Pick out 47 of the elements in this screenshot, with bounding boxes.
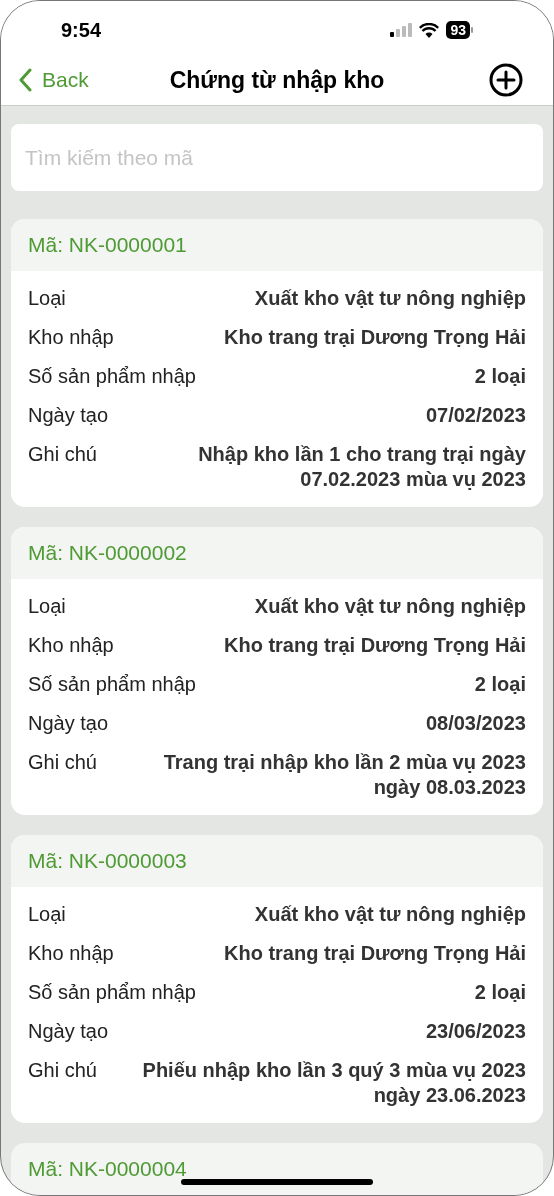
field-value: 2 loại [474,980,526,1005]
field-label: Kho nhập [28,325,114,350]
field-label: Ngày tạo [28,1019,109,1044]
field-value: 07/02/2023 [425,403,526,428]
field-label: Ghi chú [28,1058,97,1083]
field-value: 2 loại [474,672,526,697]
record-code: Mã: NK-0000003 [28,849,187,873]
field-label: Số sản phẩm nhập [28,364,196,389]
record-code: Mã: NK-0000002 [28,541,187,565]
add-button[interactable] [489,63,523,98]
field-label: Số sản phẩm nhập [28,980,196,1005]
field-label: Loại [28,594,66,619]
plus-circle-icon [489,63,523,98]
field-label: Kho nhập [28,941,114,966]
record-card[interactable]: Mã: NK-0000003 Loại Xuất kho vật tư nông nghiệp Kho nhập Kho trang trại Dương Trọng Hải Số sản phẩm nhập 2 loại Ngày tạo 23/06/2023 Ghi chú Phiếu nhập kho lần 3 quý 3 mùa vụ 2023 ngày 23.06.2023 [11,835,543,1123]
field-value: Kho trang trại Dương Trọng Hải [223,325,526,350]
field-label: Ngày tạo [28,403,109,428]
field-value: Xuất kho vật tư nông nghiệp [254,902,526,927]
field-value: 08/03/2023 [425,711,526,736]
signal-icon [390,23,413,38]
back-button[interactable]: Back [19,68,89,93]
field-label: Ghi chú [28,442,97,467]
field-value: Xuất kho vật tư nông nghiệp [254,286,526,311]
record-code: Mã: NK-0000004 [28,1157,187,1181]
screen-title: Chứng từ nhập kho [169,66,385,93]
chevron-left-icon [19,68,32,93]
field-value: Xuất kho vật tư nông nghiệp [254,594,526,619]
record-card[interactable]: Mã: NK-0000002 Loại Xuất kho vật tư nông nghiệp Kho nhập Kho trang trại Dương Trọng Hải Số sản phẩm nhập 2 loại Ngày tạo 08/03/2023 Ghi chú Trang trại nhập kho lần 2 mùa vụ 2023 ngày 08.03.2023 [11,527,543,815]
search-field[interactable]: Tìm kiếm theo mã [11,124,543,191]
field-label: Loại [28,902,66,927]
battery-level: 93 [446,21,470,40]
field-value: 2 loại [474,364,526,389]
clock-time: 9:54 [61,17,103,42]
field-label: Ngày tạo [28,711,109,736]
field-value: Kho trang trại Dương Trọng Hải [223,633,526,658]
record-card[interactable]: Mã: NK-0000001 Loại Xuất kho vật tư nông nghiệp Kho nhập Kho trang trại Dương Trọng Hải Số sản phẩm nhập 2 loại Ngày tạo 07/02/2023 Ghi chú Nhập kho lần 1 cho trang trại ngày 07.02.2023 mùa vụ 2023 [11,219,543,507]
field-label: Số sản phẩm nhập [28,672,196,697]
field-value: Phiếu nhập kho lần 3 quý 3 mùa vụ 2023 ngày 23.06.2023 [141,1058,526,1108]
field-value: 23/06/2023 [425,1019,526,1044]
record-code: Mã: NK-0000001 [28,233,187,257]
field-label: Kho nhập [28,633,114,658]
field-value: Kho trang trại Dương Trọng Hải [223,941,526,966]
field-label: Loại [28,286,66,311]
field-value: Trang trại nhập kho lần 2 mùa vụ 2023 ngày 08.03.2023 [162,750,526,800]
wifi-icon [419,22,440,38]
field-value: Nhập kho lần 1 cho trang trại ngày 07.02.2023 mùa vụ 2023 [197,442,526,492]
field-label: Ghi chú [28,750,97,775]
